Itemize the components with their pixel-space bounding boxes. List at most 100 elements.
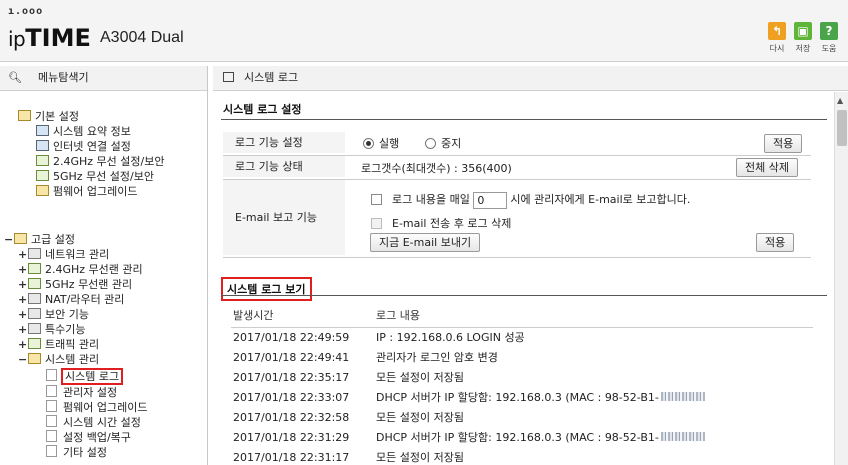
settings-heading: 시스템 로그 설정 <box>223 103 302 116</box>
content-panel: 시스템 로그 ▲ 시스템 로그 설정 로그 기능 설정 실행 중지 적용 로그 … <box>213 66 848 465</box>
table-row: 2017/01/18 22:49:59 IP : 192.168.0.6 LOGI… <box>233 328 823 348</box>
divider <box>221 295 827 296</box>
log-view-heading: 시스템 로그 보기 <box>221 277 312 301</box>
log-time: 2017/01/18 22:49:41 <box>233 351 350 364</box>
email-hour-input[interactable]: 0 <box>473 191 508 209</box>
scroll-thumb[interactable] <box>837 110 847 146</box>
tree-item-firmware-upgrade[interactable]: 펌웨어 업그레이드 <box>46 400 147 414</box>
table-row: 2017/01/18 22:31:29 DHCP 서버가 IP 할당함: 192.… <box>233 428 823 448</box>
summary-icon <box>36 125 49 136</box>
email-daily-checkbox[interactable] <box>371 194 382 205</box>
back-icon: ↰ <box>768 22 786 40</box>
tree-item-network[interactable]: + 네트워크 관리 <box>18 248 109 261</box>
system-icon <box>28 353 41 364</box>
tree-item-system-summary[interactable]: 시스템 요약 정보 <box>36 125 131 138</box>
tree-item-security[interactable]: + 보안 기능 <box>18 308 89 321</box>
radio-icon <box>363 138 374 149</box>
back-label: 다시 <box>769 44 785 53</box>
tree-item-5ghz-lan[interactable]: +5GHz 무선랜 관리 <box>18 278 132 291</box>
log-time: 2017/01/18 22:31:29 <box>233 431 350 444</box>
expand-icon: + <box>18 278 28 291</box>
window-icon <box>223 72 234 82</box>
send-email-now-button[interactable]: 지금 E-mail 보내기 <box>370 233 481 252</box>
radio-stop[interactable]: 중지 <box>425 135 461 151</box>
expand-icon: + <box>18 248 28 261</box>
tree-item-system-time[interactable]: 시스템 시간 설정 <box>46 415 141 429</box>
log-time: 2017/01/18 22:49:59 <box>233 331 350 344</box>
tree-item-internet[interactable]: 인터넷 연결 설정 <box>36 140 131 153</box>
tree-basic-settings[interactable]: 기본 설정 <box>18 110 79 123</box>
expand-icon: + <box>18 338 28 351</box>
log-message-text: IP : 192.168.0.6 LOGIN 성공 <box>376 331 525 344</box>
scrollbar[interactable]: ▲ <box>834 92 848 465</box>
help-label: 도움 <box>821 44 837 53</box>
redacted-mac-mark <box>660 392 705 401</box>
tree-item-nat-router[interactable]: + NAT/라우터 관리 <box>18 293 124 306</box>
special-icon <box>28 323 41 334</box>
tree-item-system-admin[interactable]: − 시스템 관리 <box>18 353 99 366</box>
log-message: 모든 설정이 저장됨 <box>376 368 464 388</box>
table-row: 2017/01/18 22:31:17 모든 설정이 저장됨 <box>233 448 823 465</box>
save-button[interactable]: ▣ 저장 <box>790 22 816 54</box>
wifi-icon <box>36 155 49 166</box>
collapse-icon: − <box>4 233 14 246</box>
page-title-bar: 시스템 로그 <box>213 66 848 91</box>
divider <box>223 257 811 258</box>
back-button[interactable]: ↰ 다시 <box>764 22 790 54</box>
email-delete-checkbox[interactable] <box>371 218 382 229</box>
tree-item-backup-restore[interactable]: 설정 백업/복구 <box>46 430 131 444</box>
expand-icon: + <box>18 323 28 336</box>
table-row: 2017/01/18 22:32:58 모든 설정이 저장됨 <box>233 408 823 428</box>
log-message-text: 관리자가 로그인 암호 변경 <box>376 351 498 364</box>
save-icon: ▣ <box>794 22 812 40</box>
menu-explorer: 🔍︎ 메뉴탐색기 기본 설정 시스템 요약 정보 인터넷 연결 설정 2.4GHz… <box>0 66 208 465</box>
page-title: 시스템 로그 <box>244 71 299 84</box>
document-icon <box>46 445 57 457</box>
save-label: 저장 <box>795 44 811 53</box>
menu-explorer-title: 🔍︎ 메뉴탐색기 <box>0 66 207 91</box>
tree-item-admin-settings[interactable]: 관리자 설정 <box>46 385 117 399</box>
brand-logo: ipTIME <box>8 24 91 52</box>
document-icon <box>46 415 57 427</box>
document-icon <box>46 400 57 412</box>
log-message: 모든 설정이 저장됨 <box>376 408 464 428</box>
delete-all-button[interactable]: 전체 삭제 <box>736 158 798 177</box>
log-status-label: 로그 기능 상태 <box>223 156 345 177</box>
email-delete-option: E-mail 전송 후 로그 삭제 <box>371 215 511 231</box>
log-status-value: 로그갯수(최대갯수) : 356(400) <box>361 162 512 175</box>
wifi-icon <box>28 263 41 274</box>
col-time-header: 발생시간 <box>233 309 274 322</box>
expand-icon: + <box>18 308 28 321</box>
brand-ip: ip <box>8 27 26 51</box>
tree-item-special[interactable]: + 특수기능 <box>18 323 85 336</box>
email-report-label: E-mail 보고 기능 <box>223 180 345 255</box>
redacted-mac-mark <box>660 432 705 441</box>
tree-advanced-settings[interactable]: − 고급 설정 <box>4 233 75 246</box>
log-time: 2017/01/18 22:35:17 <box>233 371 350 384</box>
table-row: 2017/01/18 22:35:17 모든 설정이 저장됨 <box>233 368 823 388</box>
header-bar: ı.ooo ipTIME A3004 Dual ↰ 다시 ▣ 저장 ? 도움 <box>0 0 848 62</box>
tree-item-24ghz-lan[interactable]: +2.4GHz 무선랜 관리 <box>18 263 143 276</box>
tree-item-24ghz-wireless[interactable]: 2.4GHz 무선 설정/보안 <box>36 155 164 168</box>
traffic-icon <box>28 338 41 349</box>
wifi-icon <box>36 170 49 181</box>
log-time: 2017/01/18 22:33:07 <box>233 391 350 404</box>
apply-email-button[interactable]: 적용 <box>756 233 795 252</box>
scroll-up-icon[interactable]: ▲ <box>837 96 843 105</box>
apply-log-button[interactable]: 적용 <box>764 134 803 153</box>
logo-dots: ı.ooo <box>8 6 44 17</box>
log-message: DHCP 서버가 IP 할당함: 192.168.0.3 (MAC : 98-5… <box>376 388 705 408</box>
help-button[interactable]: ? 도움 <box>816 22 842 54</box>
tree-item-misc-settings[interactable]: 기타 설정 <box>46 445 107 459</box>
expand-icon: + <box>18 293 28 306</box>
log-function-label: 로그 기능 설정 <box>223 132 345 153</box>
tree-item-system-log[interactable]: 시스템 로그 <box>46 368 124 385</box>
tree-item-5ghz-wireless[interactable]: 5GHz 무선 설정/보안 <box>36 170 154 183</box>
document-icon <box>46 385 57 397</box>
magnifier-icon: 🔍︎ <box>8 71 22 84</box>
radio-icon <box>425 138 436 149</box>
radio-run[interactable]: 실행 <box>363 135 399 151</box>
log-message: 관리자가 로그인 암호 변경 <box>376 348 498 368</box>
tree-item-firmware[interactable]: 펌웨어 업그레이드 <box>36 185 137 198</box>
tree-item-traffic[interactable]: + 트래픽 관리 <box>18 338 99 351</box>
